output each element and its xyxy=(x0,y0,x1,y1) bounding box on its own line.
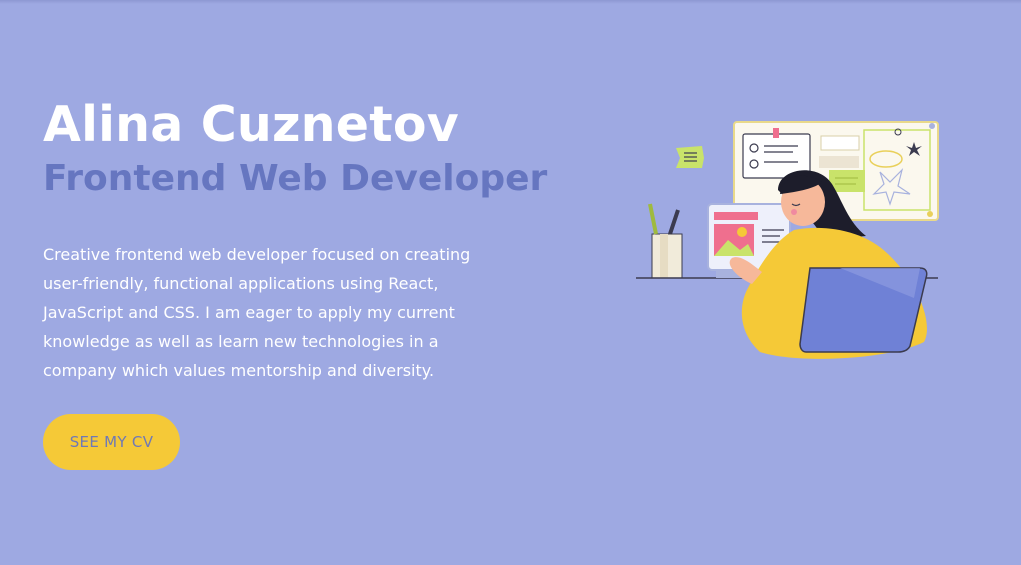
job-title: Frontend Web Developer xyxy=(43,158,548,199)
header-shadow xyxy=(0,0,1021,4)
bio-paragraph: Creative frontend web developer focused … xyxy=(43,245,471,380)
developer-illustration xyxy=(628,112,948,372)
hero-section: Alina Cuznetov Frontend Web Developer Cr… xyxy=(43,92,583,385)
developer-at-laptop-illustration-icon xyxy=(636,121,939,359)
page-title: Alina Cuznetov xyxy=(43,96,459,153)
see-cv-button[interactable]: SEE MY CV xyxy=(43,414,180,470)
